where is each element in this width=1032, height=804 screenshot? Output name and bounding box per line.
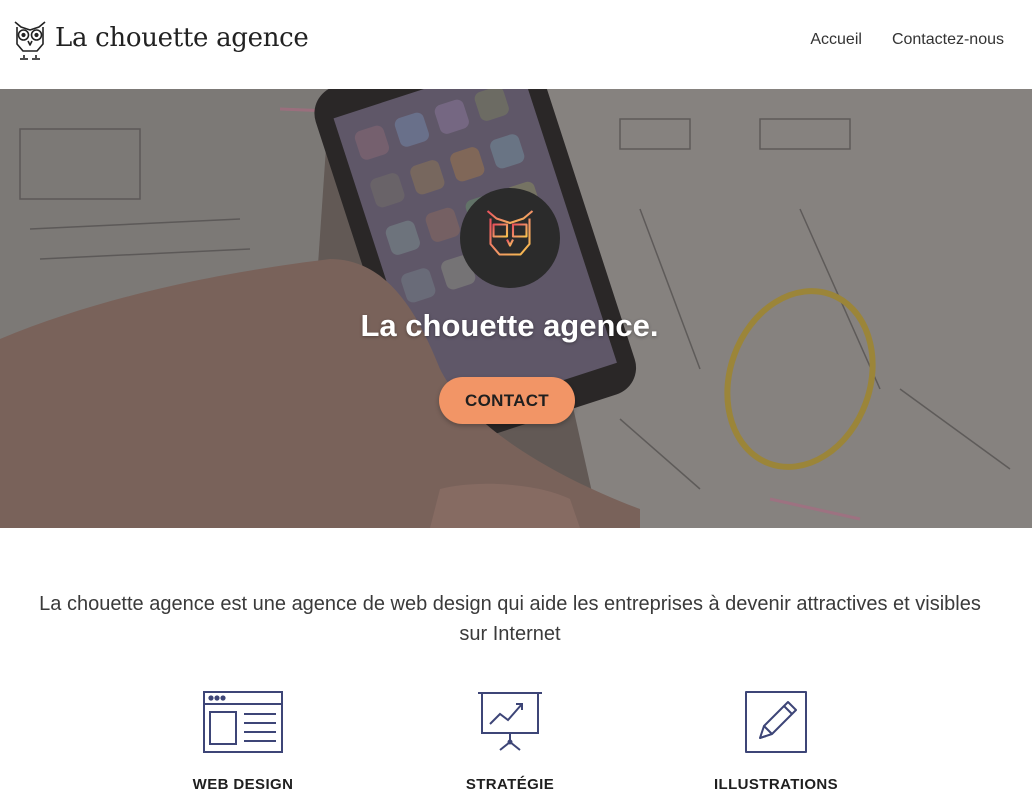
owl-gradient-icon: [486, 210, 534, 268]
intro-text: La chouette agence est une agence de web…: [39, 593, 981, 645]
brand-logo-link[interactable]: La chouette agence: [11, 18, 309, 62]
owl-logo-icon: [14, 21, 46, 60]
service-web-design: WEB DESIGN: [153, 690, 333, 793]
service-label: STRATÉGIE: [465, 776, 555, 793]
service-strategie: STRATÉGIE: [420, 690, 600, 793]
main-nav: Accueil Contactez-nous: [810, 31, 1004, 49]
nav-link-accueil[interactable]: Accueil: [810, 31, 862, 49]
service-label: ILLUSTRATIONS: [713, 776, 839, 793]
web-layout-icon: [203, 691, 283, 753]
presentation-chart-icon: [478, 692, 542, 751]
nav-link-contact[interactable]: Contactez-nous: [892, 31, 1004, 49]
service-illustrations: ILLUSTRATIONS: [686, 690, 866, 793]
contact-button[interactable]: CONTACT: [439, 377, 575, 424]
hero-section: La chouette agence. CONTACT: [0, 89, 1032, 528]
hero-title: La chouette agence.: [360, 308, 659, 343]
hero-logo-badge: [460, 188, 560, 288]
site-header: La chouette agence Accueil Contactez-nou…: [0, 0, 1032, 89]
pencil-icon: [745, 691, 807, 753]
brand-name: La chouette agence: [55, 23, 309, 53]
service-label: WEB DESIGN: [192, 776, 294, 793]
